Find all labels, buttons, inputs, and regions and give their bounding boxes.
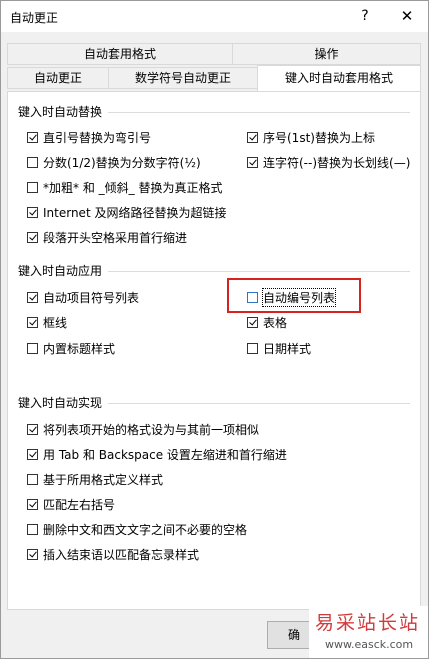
section-heading-apply: 键入时自动应用 bbox=[18, 264, 103, 278]
option-remove-spaces[interactable]: 删除中文和西文文字之间不必要的空格 bbox=[27, 521, 247, 537]
dialog-title: 自动更正 bbox=[10, 11, 59, 25]
tab-autoformat[interactable]: 自动套用格式 bbox=[7, 43, 233, 65]
checkbox[interactable] bbox=[27, 473, 38, 485]
checkbox[interactable] bbox=[27, 206, 38, 218]
watermark: 易采站长站 www.easck.com bbox=[309, 606, 428, 658]
checkbox[interactable] bbox=[27, 316, 38, 328]
option-list-format[interactable]: 将列表项开始的格式设为与其前一项相似 bbox=[27, 421, 259, 437]
option-ordinals-superscript[interactable]: 序号(1st)替换为上标 bbox=[247, 129, 375, 145]
option-fractions[interactable]: 分数(1/2)替换为分数字符(½) bbox=[27, 154, 201, 170]
checkbox[interactable] bbox=[247, 131, 258, 143]
option-auto-bulleted-list[interactable]: 自动项目符号列表 bbox=[27, 289, 139, 305]
section-divider bbox=[108, 112, 410, 113]
checkbox[interactable] bbox=[27, 498, 38, 510]
option-bold-italic[interactable]: *加粗* 和 _倾斜_ 替换为真正格式 bbox=[27, 179, 222, 195]
section-heading-implement: 键入时自动实现 bbox=[18, 396, 103, 410]
section-divider bbox=[108, 403, 410, 404]
checkbox[interactable] bbox=[27, 131, 38, 143]
checkbox[interactable] bbox=[247, 316, 258, 328]
checkbox[interactable] bbox=[27, 231, 38, 243]
tab-math-autocorrect[interactable]: 数学符号自动更正 bbox=[108, 67, 258, 89]
option-heading-styles[interactable]: 内置标题样式 bbox=[27, 340, 115, 356]
checkbox[interactable] bbox=[27, 548, 38, 560]
tab-actions[interactable]: 操作 bbox=[232, 43, 421, 65]
tab-autoformat-as-you-type[interactable]: 键入时自动套用格式 bbox=[257, 65, 421, 91]
checkbox[interactable] bbox=[27, 156, 38, 168]
option-tab-backspace-indent[interactable]: 用 Tab 和 Backspace 设置左缩进和首行缩进 bbox=[27, 446, 287, 462]
watermark-url: www.easck.com bbox=[325, 638, 414, 651]
option-date-styles[interactable]: 日期样式 bbox=[247, 340, 311, 356]
checkbox[interactable] bbox=[27, 523, 38, 535]
option-straight-quotes[interactable]: 直引号替换为弯引号 bbox=[27, 129, 151, 145]
option-memo-closing[interactable]: 插入结束语以匹配备忘录样式 bbox=[27, 546, 199, 562]
title-bar: 自动更正 ? ✕ bbox=[1, 1, 428, 32]
close-icon[interactable]: ✕ bbox=[395, 5, 419, 27]
section-heading-replace: 键入时自动替换 bbox=[18, 105, 103, 119]
highlight-box bbox=[227, 278, 361, 313]
checkbox[interactable] bbox=[27, 423, 38, 435]
option-hyperlinks[interactable]: Internet 及网络路径替换为超链接 bbox=[27, 204, 226, 220]
option-hyphens-dash[interactable]: 连字符(--)替换为长划线(—) bbox=[247, 154, 410, 170]
tab-panel: 键入时自动替换 直引号替换为弯引号 序号(1st)替换为上标 分数(1/2)替换… bbox=[7, 91, 421, 610]
checkbox[interactable] bbox=[27, 448, 38, 460]
option-borders[interactable]: 框线 bbox=[27, 314, 67, 330]
option-first-line-indent[interactable]: 段落开头空格采用首行缩进 bbox=[27, 229, 187, 245]
checkbox[interactable] bbox=[247, 156, 258, 168]
autocorrect-dialog: 自动更正 ? ✕ 自动套用格式 操作 自动更正 数学符号自动更正 键入时自动套用… bbox=[0, 0, 429, 659]
checkbox[interactable] bbox=[27, 342, 38, 354]
tab-autocorrect[interactable]: 自动更正 bbox=[7, 67, 109, 89]
option-define-styles[interactable]: 基于所用格式定义样式 bbox=[27, 471, 163, 487]
checkbox[interactable] bbox=[27, 291, 38, 303]
checkbox[interactable] bbox=[247, 342, 258, 354]
section-divider bbox=[108, 271, 410, 272]
help-icon[interactable]: ? bbox=[353, 5, 377, 27]
option-match-parentheses[interactable]: 匹配左右括号 bbox=[27, 496, 115, 512]
watermark-title: 易采站长站 bbox=[315, 612, 421, 634]
checkbox[interactable] bbox=[27, 181, 38, 193]
option-tables[interactable]: 表格 bbox=[247, 314, 287, 330]
